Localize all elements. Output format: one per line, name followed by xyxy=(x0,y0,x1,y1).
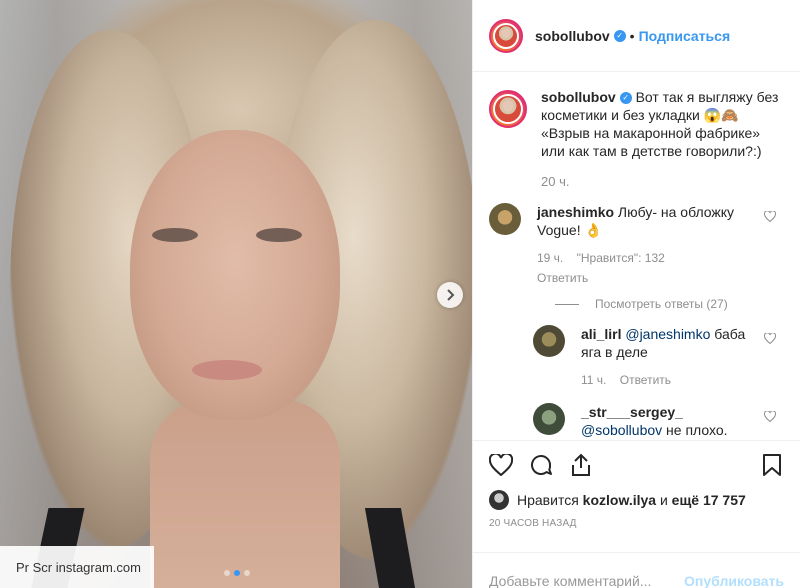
share-icon xyxy=(572,453,590,476)
heart-icon xyxy=(489,453,513,476)
comment-input[interactable] xyxy=(489,572,685,588)
replier-avatar[interactable] xyxy=(533,403,565,435)
reply-mention[interactable]: @sobollubov xyxy=(581,422,662,438)
likes-middle: и xyxy=(659,492,668,508)
verified-badge-icon: ✓ xyxy=(619,92,632,105)
comment-meta: 19 ч. "Нравится": 132 Ответить xyxy=(537,249,747,287)
comment-item: janeshimko Любу- на обложку Vogue! 👌 19 … xyxy=(489,203,784,287)
comment-time[interactable]: 19 ч. xyxy=(537,251,563,265)
post-caption: sobollubov ✓ Вот так я выгляжу без космет… xyxy=(489,88,784,160)
replier-avatar[interactable] xyxy=(533,325,565,357)
follow-button[interactable]: Подписаться xyxy=(639,28,731,44)
carousel-dot-active xyxy=(234,570,240,576)
source-watermark: Pr Scr instagram.com xyxy=(0,546,154,588)
reply-username[interactable]: _str___sergey_ xyxy=(581,404,683,420)
liker-username[interactable]: kozlow.ilya xyxy=(583,492,656,508)
reply-body: _str___sergey_ @sobollubov не плохо. xyxy=(581,403,751,439)
comment-reply-button[interactable]: Ответить xyxy=(537,269,737,287)
caption-avatar[interactable] xyxy=(489,90,527,128)
share-button[interactable] xyxy=(567,451,595,479)
carousel-dot xyxy=(224,570,230,576)
author-avatar[interactable] xyxy=(489,18,523,53)
heart-icon[interactable] xyxy=(764,211,776,222)
post-actions xyxy=(473,440,800,488)
reply-body: ali_lirl @janeshimko баба яга в деле 11 … xyxy=(581,325,751,389)
comment-likes[interactable]: "Нравится": 132 xyxy=(577,251,665,265)
replies: ali_lirl @janeshimko баба яга в деле 11 … xyxy=(533,325,784,439)
view-replies-button[interactable]: Посмотреть ответы (27) xyxy=(555,297,784,311)
comment-button[interactable] xyxy=(527,451,555,479)
add-comment-bar: Опубликовать xyxy=(473,552,800,588)
comment-username[interactable]: janeshimko xyxy=(537,204,614,220)
author-username[interactable]: sobollubov xyxy=(535,28,610,44)
likes-count[interactable]: ещё 17 757 xyxy=(672,492,746,508)
caption-body: sobollubov ✓ Вот так я выгляжу без космет… xyxy=(541,88,784,160)
replies-line xyxy=(555,303,579,305)
reply-meta: 11 ч. Ответить xyxy=(581,371,751,389)
post-timestamp[interactable]: 20 ЧАСОВ НАЗАД xyxy=(473,512,800,542)
comment-icon xyxy=(531,454,552,475)
post-header: sobollubov ✓ • Подписаться xyxy=(473,0,800,72)
carousel-indicator xyxy=(224,570,250,576)
chevron-right-icon xyxy=(447,289,455,301)
carousel-next-button[interactable] xyxy=(437,282,463,308)
photo-eye-right xyxy=(256,228,302,242)
reply-mention[interactable]: @janeshimko xyxy=(625,326,710,342)
comment-body: janeshimko Любу- на обложку Vogue! 👌 19 … xyxy=(537,203,747,287)
reply-username[interactable]: ali_lirl xyxy=(581,326,621,342)
likes-summary: Нравится kozlow.ilya и ещё 17 757 xyxy=(473,488,800,512)
reply-time[interactable]: 11 ч. xyxy=(581,373,606,387)
save-button[interactable] xyxy=(758,451,786,479)
comments-list[interactable]: sobollubov ✓ Вот так я выгляжу без космет… xyxy=(473,72,800,440)
heart-icon[interactable] xyxy=(764,411,776,422)
photo-eye-left xyxy=(152,228,198,242)
verified-badge-icon: ✓ xyxy=(613,29,626,42)
commenter-avatar[interactable] xyxy=(489,203,521,235)
liker-avatar[interactable] xyxy=(489,490,509,510)
view-replies-label: Посмотреть ответы (27) xyxy=(595,297,728,311)
reply-reply-button[interactable]: Ответить xyxy=(620,373,671,387)
reply-item: ali_lirl @janeshimko баба яга в деле 11 … xyxy=(533,325,784,389)
heart-icon[interactable] xyxy=(764,333,776,344)
photo-neck xyxy=(150,400,340,588)
caption-username[interactable]: sobollubov xyxy=(541,89,616,105)
carousel-dot xyxy=(244,570,250,576)
post-sidebar: sobollubov ✓ • Подписаться sobollubov ✓ В… xyxy=(472,0,800,588)
caption-time[interactable]: 20 ч. xyxy=(541,174,784,189)
header-separator: • xyxy=(629,27,635,44)
publish-button[interactable]: Опубликовать xyxy=(684,573,784,588)
likes-prefix: Нравится xyxy=(517,492,579,508)
bookmark-icon xyxy=(763,453,781,476)
reply-item: _str___sergey_ @sobollubov не плохо. xyxy=(533,403,784,439)
post-photo[interactable]: Pr Scr instagram.com xyxy=(0,0,472,588)
like-button[interactable] xyxy=(487,451,515,479)
reply-text: не плохо. xyxy=(662,422,728,438)
photo-lips xyxy=(192,360,262,380)
